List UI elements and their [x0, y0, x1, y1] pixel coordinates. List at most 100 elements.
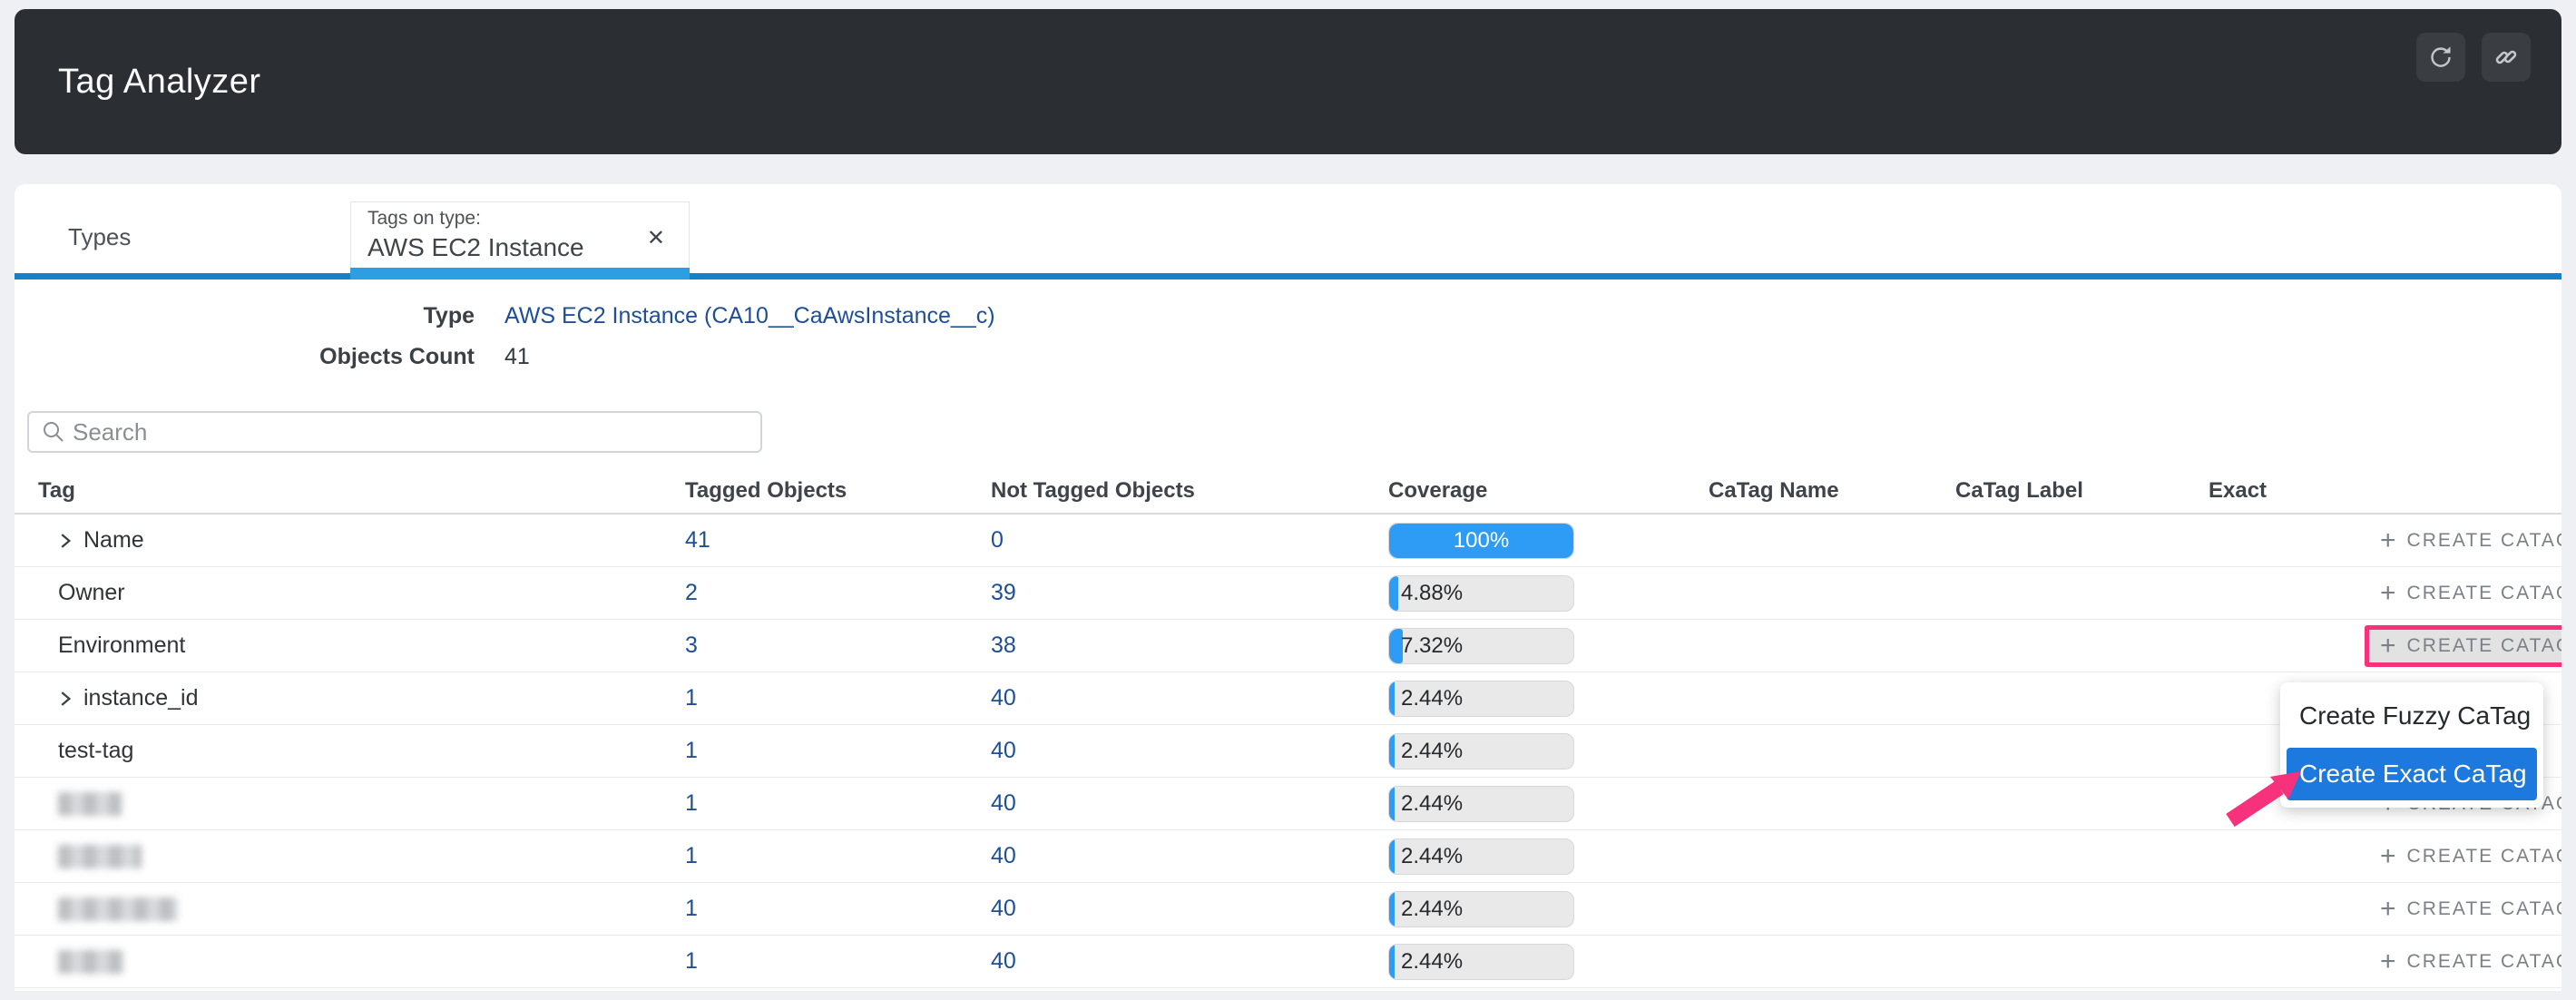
coverage-value: 2.44%	[1401, 844, 1463, 869]
create-catag-button[interactable]: + CREATE CATAG	[2365, 520, 2561, 562]
tagged-objects-link[interactable]: 41	[685, 527, 710, 553]
objects-count-label: Objects Count	[15, 344, 475, 370]
coverage-bar-fill	[1389, 839, 1395, 874]
not-tagged-objects-link[interactable]: 40	[991, 843, 1016, 868]
create-catag-button[interactable]: + CREATE CATAG	[2365, 836, 2561, 877]
header-actions	[2416, 33, 2531, 82]
create-catag-button-label: CREATE CATAG	[2407, 530, 2561, 552]
tag-name: Name	[83, 527, 144, 554]
tags-table: Tag Tagged Objects Not Tagged Objects Co…	[15, 469, 2561, 988]
coverage-bar-fill	[1389, 576, 1398, 611]
not-tagged-objects-link[interactable]: 40	[991, 738, 1016, 763]
active-tab-indicator	[350, 268, 690, 279]
not-tagged-objects-link[interactable]: 39	[991, 580, 1016, 605]
column-header-tagged-objects: Tagged Objects	[685, 478, 991, 504]
refresh-button[interactable]	[2416, 33, 2465, 82]
column-header-not-tagged-objects: Not Tagged Objects	[991, 478, 1388, 504]
plus-icon: +	[2380, 953, 2396, 971]
objects-count-row: Objects Count 41	[15, 337, 2561, 377]
coverage-value: 2.44%	[1401, 739, 1463, 764]
table-body: Name 41 0 100% + CREATE CATAG Owner 2 3	[15, 515, 2561, 988]
tag-cell: Environment	[15, 632, 685, 659]
objects-count-value: 41	[504, 344, 530, 370]
tagged-objects-link[interactable]: 3	[685, 632, 698, 658]
create-catag-button-label: CREATE CATAG	[2407, 846, 2561, 868]
content-card: Types Tags on type: AWS EC2 Instance ✕ T…	[15, 184, 2561, 991]
table-row: 1 40 2.44% + CREATE CATAG	[15, 830, 2561, 883]
chevron-right-icon[interactable]	[58, 690, 73, 708]
coverage-value: 2.44%	[1401, 686, 1463, 711]
column-header-tag: Tag	[15, 478, 685, 504]
coverage-value: 100%	[1389, 528, 1573, 554]
table-row: Name 41 0 100% + CREATE CATAG	[15, 515, 2561, 567]
plus-icon: +	[2380, 584, 2396, 603]
chevron-right-icon[interactable]	[58, 532, 73, 550]
create-catag-button[interactable]: + CREATE CATAG	[2365, 573, 2561, 614]
type-label: Type	[15, 303, 475, 329]
menu-item-create-exact-catag[interactable]: Create Exact CaTag	[2287, 748, 2537, 800]
type-info-section: Type AWS EC2 Instance (CA10__CaAwsInstan…	[15, 296, 2561, 377]
tag-name: test-tag	[58, 738, 133, 764]
tab-types[interactable]: Types	[15, 184, 350, 273]
catag-dropdown-menu: Create Fuzzy CaTag Create Exact CaTag	[2280, 682, 2543, 808]
type-row: Type AWS EC2 Instance (CA10__CaAwsInstan…	[15, 296, 2561, 337]
coverage-bar: 100%	[1388, 523, 1574, 559]
not-tagged-objects-link[interactable]: 40	[991, 948, 1016, 974]
tagged-objects-link[interactable]: 1	[685, 896, 698, 921]
tag-cell: Owner	[15, 580, 685, 606]
tab-kicker: Tags on type:	[367, 208, 689, 230]
table-row: instance_id 1 40 2.44%	[15, 672, 2561, 725]
create-catag-button-label: CREATE CATAG	[2407, 898, 2561, 920]
page-header: Tag Analyzer	[15, 9, 2561, 154]
coverage-bar: 2.44%	[1388, 838, 1574, 875]
create-catag-button-label: CREATE CATAG	[2407, 951, 2561, 973]
close-tab-icon[interactable]: ✕	[647, 225, 665, 251]
link-button[interactable]	[2482, 33, 2531, 82]
search-input[interactable]	[73, 418, 760, 446]
table-row: 1 40 2.44% + CREATE CATAG	[15, 883, 2561, 936]
not-tagged-objects-link[interactable]: 40	[991, 685, 1016, 711]
tab-tags-on-type[interactable]: Tags on type: AWS EC2 Instance ✕	[350, 201, 690, 268]
coverage-bar: 2.44%	[1388, 891, 1574, 927]
column-header-catag-label: CaTag Label	[1955, 478, 2209, 504]
tag-cell: Name	[15, 527, 685, 554]
tag-name: Environment	[58, 632, 185, 659]
search-box	[27, 411, 762, 453]
create-catag-button[interactable]: + CREATE CATAG	[2365, 625, 2561, 667]
table-row: test-tag 1 40 2.44%	[15, 725, 2561, 778]
tagged-objects-link[interactable]: 1	[685, 948, 698, 974]
menu-item-create-fuzzy-catag[interactable]: Create Fuzzy CaTag	[2287, 690, 2537, 742]
column-header-coverage: Coverage	[1388, 478, 1709, 504]
coverage-bar-fill	[1389, 892, 1395, 926]
tagged-objects-link[interactable]: 1	[685, 738, 698, 763]
tag-cell: test-tag	[15, 738, 685, 764]
not-tagged-objects-link[interactable]: 40	[991, 790, 1016, 816]
tab-types-label: Types	[68, 223, 131, 251]
create-catag-button[interactable]: + CREATE CATAG	[2365, 941, 2561, 983]
link-icon	[2493, 44, 2519, 70]
tagged-objects-link[interactable]: 2	[685, 580, 698, 605]
page-title: Tag Analyzer	[15, 63, 261, 102]
create-catag-button[interactable]: + CREATE CATAG	[2365, 888, 2561, 930]
tag-cell	[15, 950, 685, 974]
tag-cell	[15, 845, 685, 868]
tagged-objects-link[interactable]: 1	[685, 685, 698, 711]
table-row: 1 40 2.44% + CREATE CATAG	[15, 778, 2561, 830]
tagged-objects-link[interactable]: 1	[685, 790, 698, 816]
not-tagged-objects-link[interactable]: 0	[991, 527, 1004, 553]
redacted-tag-name	[58, 845, 142, 868]
type-value-link[interactable]: AWS EC2 Instance (CA10__CaAwsInstance__c…	[504, 303, 995, 328]
not-tagged-objects-link[interactable]: 38	[991, 632, 1016, 658]
create-catag-button-label: CREATE CATAG	[2407, 583, 2561, 604]
plus-icon: +	[2380, 848, 2396, 866]
plus-icon: +	[2380, 532, 2396, 550]
tab-label: AWS EC2 Instance	[367, 233, 689, 262]
coverage-bar: 2.44%	[1388, 786, 1574, 822]
redacted-tag-name	[58, 950, 123, 974]
table-row: Owner 2 39 4.88% + CREATE CATAG	[15, 567, 2561, 620]
tag-cell: instance_id	[15, 685, 685, 711]
redacted-tag-name	[58, 897, 178, 921]
not-tagged-objects-link[interactable]: 40	[991, 896, 1016, 921]
tagged-objects-link[interactable]: 1	[685, 843, 698, 868]
redacted-tag-name	[58, 792, 122, 816]
